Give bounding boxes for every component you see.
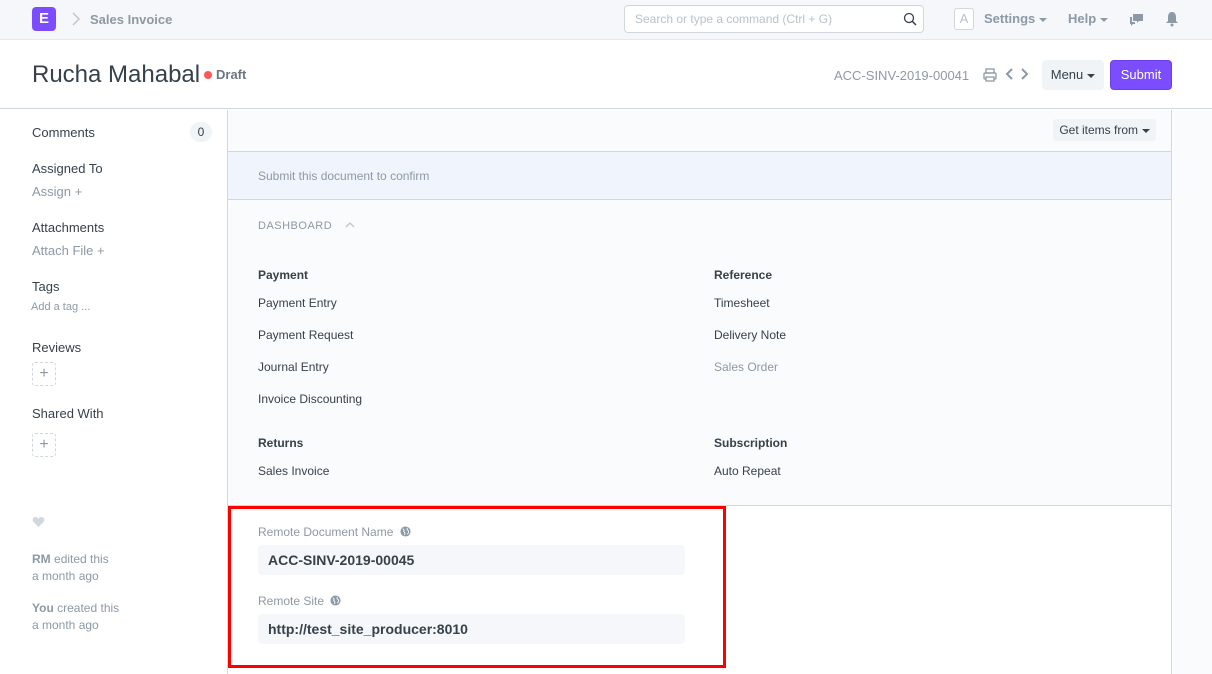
activity-item: You created this a month ago	[32, 600, 119, 634]
link-timesheet[interactable]: Timesheet	[714, 296, 770, 310]
remote-fields-section: Remote Document Name ACC-SINV-2019-00045…	[228, 506, 1171, 674]
plus-icon: +	[74, 184, 83, 199]
remote-document-name-field[interactable]: ACC-SINV-2019-00045	[258, 545, 685, 575]
activity-action: edited this	[54, 552, 109, 566]
group-heading-payment: Payment	[258, 268, 309, 282]
document-name: ACC-SINV-2019-00041	[834, 68, 970, 83]
link-journal-entry[interactable]: Journal Entry	[258, 360, 329, 374]
activity-time: a month ago	[32, 618, 99, 632]
group-heading-reference: Reference	[714, 268, 773, 282]
shared-with-label: Shared With	[32, 406, 104, 421]
reviews-label: Reviews	[32, 340, 82, 355]
get-items-label: Get items from	[1059, 123, 1138, 137]
caret-down-icon	[1100, 17, 1109, 22]
comments-count-badge: 0	[190, 122, 212, 142]
dashboard-section: DASHBOARD Payment Payment Entry Payment …	[228, 200, 1171, 506]
form-sidebar: Comments 0 Assigned To Assign + Attachme…	[0, 110, 227, 674]
caret-down-icon	[1142, 128, 1150, 133]
submit-message: Submit this document to confirm	[258, 169, 430, 183]
heart-icon[interactable]	[32, 516, 45, 528]
field-label-text: Remote Site	[258, 594, 325, 608]
attachments-label: Attachments	[32, 220, 105, 235]
form-main: Get items from Submit this document to c…	[227, 110, 1172, 674]
link-payment-entry[interactable]: Payment Entry	[258, 296, 337, 310]
caret-down-icon	[1039, 17, 1048, 22]
globe-icon	[330, 595, 341, 606]
remote-document-name-label: Remote Document Name	[258, 525, 411, 539]
breadcrumb-sales-invoice[interactable]: Sales Invoice	[90, 12, 172, 27]
globe-icon	[400, 526, 411, 537]
add-tag-input[interactable]: Add a tag ...	[31, 301, 90, 313]
chevron-left-icon[interactable]	[1004, 67, 1014, 81]
link-sales-order[interactable]: Sales Order	[714, 360, 778, 374]
user-avatar[interactable]: A	[954, 8, 974, 30]
page-title: Rucha Mahabal	[32, 61, 201, 88]
help-dropdown[interactable]: Help	[1068, 11, 1109, 26]
link-payment-request[interactable]: Payment Request	[258, 328, 353, 342]
tags-label: Tags	[32, 279, 60, 294]
link-invoice-discounting[interactable]: Invoice Discounting	[258, 392, 362, 406]
caret-down-icon	[1087, 73, 1096, 78]
activity-user: You	[32, 601, 54, 615]
chevron-right-icon[interactable]	[1020, 67, 1030, 81]
dashboard-title[interactable]: DASHBOARD	[258, 220, 332, 232]
status-indicator-dot	[204, 71, 212, 79]
activity-time: a month ago	[32, 569, 99, 583]
activity-item: RM edited this a month ago	[32, 551, 109, 585]
remote-site-field[interactable]: http://test_site_producer:8010	[258, 614, 685, 644]
attach-file-label: Attach File	[32, 243, 94, 258]
navbar: E Sales Invoice Search or type a command…	[0, 0, 1212, 40]
submit-button[interactable]: Submit	[1110, 60, 1172, 90]
group-heading-subscription: Subscription	[714, 436, 788, 450]
menu-label: Menu	[1050, 67, 1084, 82]
activity-user: RM	[32, 552, 51, 566]
chat-icon[interactable]	[1129, 11, 1145, 27]
plus-icon: +	[39, 436, 49, 453]
assign-link-label: Assign	[32, 184, 72, 199]
link-sales-invoice[interactable]: Sales Invoice	[258, 464, 329, 478]
plus-icon: +	[97, 243, 105, 258]
chevron-up-icon[interactable]	[345, 221, 355, 229]
assigned-to-label: Assigned To	[32, 161, 103, 176]
right-gutter	[1173, 110, 1212, 674]
form-message: Submit this document to confirm	[228, 152, 1171, 200]
group-heading-returns: Returns	[258, 436, 304, 450]
link-auto-repeat[interactable]: Auto Repeat	[714, 464, 781, 478]
search-icon	[903, 12, 917, 26]
attach-file-link[interactable]: Attach File +	[32, 243, 105, 258]
search-placeholder: Search or type a command (Ctrl + G)	[635, 12, 833, 26]
remote-site-label: Remote Site	[258, 594, 341, 608]
comments-label[interactable]: Comments	[32, 125, 95, 140]
form-toolbar: Get items from	[228, 110, 1171, 152]
field-label-text: Remote Document Name	[258, 525, 394, 539]
print-icon[interactable]	[983, 68, 997, 82]
activity-action: created this	[57, 601, 120, 615]
help-label: Help	[1068, 11, 1097, 26]
assign-link[interactable]: Assign +	[32, 184, 82, 199]
settings-label: Settings	[984, 11, 1036, 26]
get-items-from-button[interactable]: Get items from	[1053, 119, 1156, 141]
chevron-right-icon	[72, 12, 81, 26]
link-delivery-note[interactable]: Delivery Note	[714, 328, 786, 342]
status-badge: Draft	[216, 67, 247, 82]
add-review-button[interactable]: +	[32, 362, 56, 386]
plus-icon: +	[39, 365, 49, 382]
bell-icon[interactable]	[1164, 11, 1180, 27]
page-header: Rucha Mahabal Draft ACC-SINV-2019-00041 …	[0, 41, 1212, 109]
menu-button[interactable]: Menu	[1042, 60, 1104, 90]
add-share-button[interactable]: +	[32, 433, 56, 457]
app-logo[interactable]: E	[32, 7, 56, 31]
settings-dropdown[interactable]: Settings	[984, 11, 1048, 26]
search-input[interactable]: Search or type a command (Ctrl + G)	[624, 5, 924, 33]
